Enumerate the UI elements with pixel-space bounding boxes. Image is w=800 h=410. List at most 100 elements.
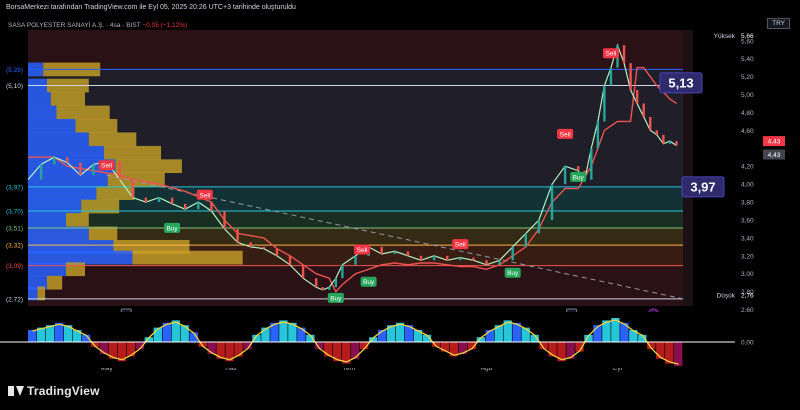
level-label-7: (2,72) bbox=[6, 296, 23, 303]
candle-49 bbox=[609, 67, 613, 86]
volume-profile-gold-12 bbox=[88, 226, 118, 241]
price-tag-0: 4,43 bbox=[768, 139, 781, 146]
candle-41 bbox=[537, 219, 541, 234]
signal-label-6: Sell bbox=[455, 242, 466, 249]
volume-profile-blue-9 bbox=[28, 186, 97, 200]
tradingview-logo-icon bbox=[8, 386, 24, 396]
candle-58 bbox=[668, 141, 672, 144]
signal-label-10: Sell bbox=[606, 51, 617, 58]
candle-29 bbox=[380, 246, 383, 255]
oscillator-bar-11 bbox=[126, 342, 136, 357]
price-tag-1: 4,43 bbox=[768, 152, 781, 159]
candle-13 bbox=[197, 202, 200, 210]
candle-36 bbox=[472, 257, 475, 261]
y-tick-6: 4,20 bbox=[741, 164, 754, 171]
candle-21 bbox=[301, 264, 305, 279]
candle-31 bbox=[406, 251, 410, 256]
signal-label-0: Sell bbox=[101, 163, 112, 170]
volume-profile-gold-5 bbox=[88, 132, 137, 147]
high-value: 5,66 bbox=[741, 33, 754, 40]
support-zone-2 bbox=[28, 211, 683, 229]
oscillator-bar-36 bbox=[351, 342, 360, 359]
candle-8 bbox=[131, 179, 134, 198]
candle-27 bbox=[354, 255, 357, 265]
candle-38 bbox=[498, 260, 501, 265]
volume-profile-gold-2 bbox=[50, 92, 85, 106]
callout-1: 3,97 bbox=[690, 179, 715, 194]
y-tick-4: 4,80 bbox=[741, 110, 754, 117]
candle-59 bbox=[675, 141, 678, 146]
level-label-1: (5,10) bbox=[6, 83, 23, 90]
volume-profile-blue-11 bbox=[28, 213, 66, 227]
candle-40 bbox=[524, 233, 527, 247]
oscillator-bar-0 bbox=[28, 330, 37, 342]
signal-label-8: Sell bbox=[560, 131, 571, 138]
y-tick-10: 3,40 bbox=[741, 235, 754, 242]
candle-20 bbox=[288, 255, 292, 265]
signal-label-5: Sell bbox=[357, 247, 368, 254]
candle-47 bbox=[596, 121, 600, 149]
level-label-0: (5,28) bbox=[6, 67, 23, 74]
volume-profile-blue-17 bbox=[28, 286, 38, 301]
oscillator-bar-55 bbox=[521, 327, 530, 342]
candle-53 bbox=[635, 90, 639, 104]
volume-profile-gold-9 bbox=[96, 186, 135, 200]
candle-22 bbox=[315, 278, 318, 288]
oscillator-bar-28 bbox=[279, 320, 288, 342]
signal-label-9: Buy bbox=[573, 174, 585, 181]
y-tick-8: 3,80 bbox=[741, 200, 754, 207]
candle-44 bbox=[577, 166, 580, 171]
y-tick-3: 5,00 bbox=[741, 92, 754, 99]
signal-label-7: Buy bbox=[507, 270, 519, 277]
candle-37 bbox=[485, 260, 488, 265]
signal-label-3: Buy bbox=[330, 295, 342, 302]
brand-name: TradingView bbox=[27, 384, 100, 398]
y-tick-1: 5,40 bbox=[741, 56, 754, 63]
candle-25 bbox=[334, 278, 338, 288]
candle-55 bbox=[649, 116, 652, 131]
candle-19 bbox=[275, 248, 279, 256]
volume-profile-gold-16 bbox=[47, 275, 63, 290]
y-tick-12: 3,00 bbox=[741, 271, 754, 278]
candle-9 bbox=[144, 197, 148, 203]
candle-5 bbox=[92, 164, 95, 176]
chart-right-pad bbox=[683, 30, 693, 306]
candle-17 bbox=[249, 242, 252, 247]
signal-label-4: Buy bbox=[363, 279, 375, 286]
volume-profile-gold-17 bbox=[37, 286, 46, 301]
candle-39 bbox=[511, 246, 514, 261]
candle-34 bbox=[446, 255, 449, 261]
tradingview-logo: TradingView bbox=[8, 384, 100, 398]
candle-15 bbox=[223, 211, 226, 229]
candle-30 bbox=[393, 251, 396, 255]
candle-51 bbox=[622, 45, 626, 64]
volume-profile-blue-12 bbox=[28, 226, 89, 241]
y-tick-5: 4,60 bbox=[741, 128, 754, 135]
volume-profile-gold-4 bbox=[75, 119, 118, 133]
volume-profile-gold-6 bbox=[104, 145, 161, 160]
candle-33 bbox=[432, 255, 436, 261]
volume-profile-gold-15 bbox=[66, 262, 85, 277]
candle-42 bbox=[550, 184, 554, 220]
level-label-3: (3,70) bbox=[6, 209, 23, 216]
candle-7 bbox=[118, 161, 121, 180]
candle-43 bbox=[563, 166, 567, 185]
candle-14 bbox=[210, 202, 213, 212]
candle-11 bbox=[170, 197, 174, 204]
low-value: 2,76 bbox=[741, 293, 754, 300]
candle-32 bbox=[419, 255, 423, 261]
candle-52 bbox=[629, 63, 632, 91]
volume-profile-gold-7 bbox=[115, 159, 182, 174]
candle-16 bbox=[236, 228, 239, 243]
volume-profile-blue-3 bbox=[28, 105, 57, 120]
price-chart[interactable]: (5,28) (5,10) (3,97) (3,70) (3,51) (3,32) (3,0… bbox=[0, 0, 800, 410]
volume-profile-gold-14 bbox=[132, 250, 243, 265]
oscillator-bar-23 bbox=[234, 342, 243, 357]
volume-profile-blue-2 bbox=[28, 92, 51, 106]
callout-0: 5,13 bbox=[668, 75, 693, 90]
candle-56 bbox=[655, 130, 658, 135]
candle-24 bbox=[328, 287, 331, 290]
oscillator-bar-72 bbox=[674, 342, 683, 366]
level-label-6: (3,09) bbox=[6, 263, 23, 270]
low-label: Düşük bbox=[717, 293, 736, 300]
